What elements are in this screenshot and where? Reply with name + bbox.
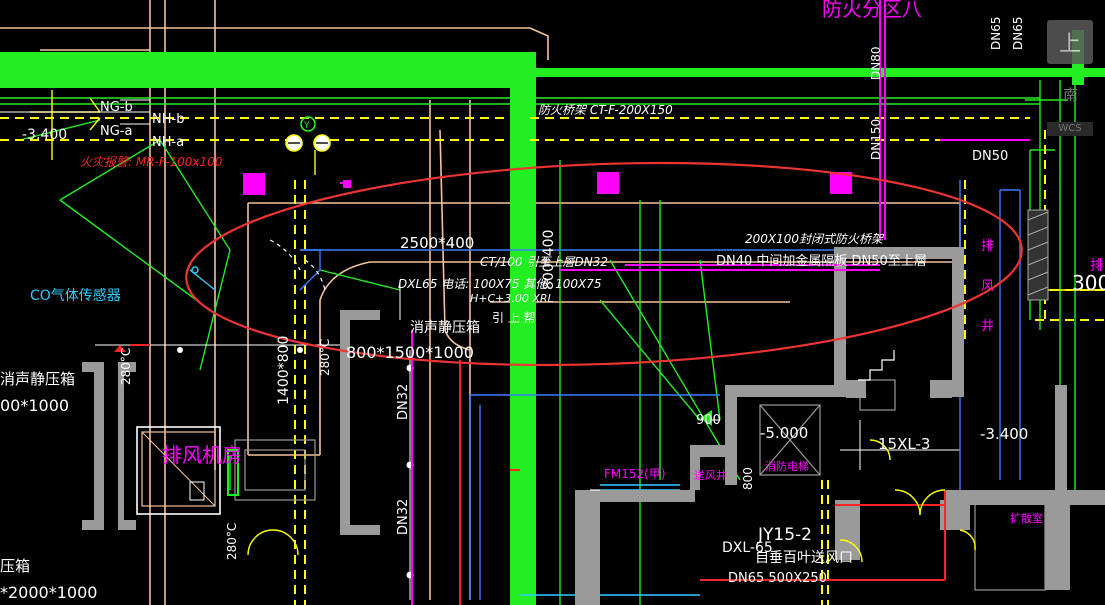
cad-floor-plan: Y 防火分区八 NG-b NH-b NG-a NH-a -3.400 火灾报警:… bbox=[0, 0, 1105, 605]
wcs-menu[interactable]: WCS bbox=[1047, 122, 1093, 136]
elevation-left: -3.400 bbox=[22, 127, 67, 143]
svg-text:Y: Y bbox=[303, 121, 310, 131]
exhaust-shaft-2: 风 bbox=[981, 279, 994, 294]
dn65-label-b: DN65 bbox=[1011, 17, 1025, 51]
dn80-label: DN80 bbox=[869, 47, 883, 81]
fire-elevator-label: 消防电梯 bbox=[765, 459, 809, 473]
muffler-mid-label: 消声静压箱 bbox=[410, 320, 480, 336]
sealed-tray-label: 200X100封闭式防火桥架 bbox=[745, 232, 885, 246]
dim-800-label: 800 bbox=[741, 467, 755, 490]
duct-800-1500-label: 800*1500*1000 bbox=[346, 343, 474, 362]
dxl65-label: DXL65 电话: 100X75 其他: 100X75 bbox=[398, 277, 602, 291]
dn65-label-a: DN65 bbox=[989, 17, 1003, 51]
red-lines bbox=[130, 344, 946, 605]
nh-b-label: NH-b bbox=[152, 112, 184, 127]
ct100-label: CT/100 引至上層DN32 bbox=[480, 255, 608, 269]
hatched-shaft bbox=[1027, 209, 1049, 301]
co-sensor-label: CO气体传感器 bbox=[30, 287, 121, 304]
dn40-label: DN40 中间加金属隔板 DN50至上層 bbox=[716, 253, 927, 269]
exhaust-fan-unit bbox=[136, 426, 239, 515]
dn50-label: DN50 bbox=[972, 149, 1008, 164]
elevation-3400-right: -3.400 bbox=[980, 425, 1028, 443]
ng-b-label: NG-b bbox=[100, 100, 133, 115]
magenta-squares bbox=[243, 172, 852, 195]
cad-drawing-canvas[interactable]: Y 防火分区八 NG-b NH-b NG-a NH-a -3.400 火灾报警:… bbox=[0, 0, 1105, 605]
expansion-room-label: 扩散室 bbox=[1010, 511, 1043, 525]
ng-a-label: NG-a bbox=[100, 124, 132, 139]
fire-alarm-label: 火灾报警: MR-F-100x100 bbox=[80, 155, 223, 169]
nh-a-label: NH-a bbox=[152, 135, 184, 150]
compass-direction[interactable]: 南 bbox=[1063, 84, 1078, 105]
dn150-label: DN150 bbox=[869, 119, 883, 160]
exhaust-shaft-1: 排 bbox=[981, 239, 994, 254]
fm-label: FM152(甲) bbox=[604, 467, 666, 481]
temp-label-b: 280°C bbox=[318, 339, 332, 376]
view-cube[interactable]: 上 bbox=[1047, 20, 1093, 64]
louver-label: 自垂百叶送风口 bbox=[755, 550, 853, 566]
duct-1400-label: 1400*800 bbox=[276, 336, 292, 405]
zone-label: 防火分区八 bbox=[822, 0, 922, 21]
dn32-label-a: DN32 bbox=[396, 384, 411, 420]
exhaust-shaft-3: 井 bbox=[981, 319, 994, 334]
dim-900-label: 900 bbox=[696, 413, 721, 428]
guide-label: 引 上 帮 bbox=[492, 311, 536, 325]
dn65-bottom-label: DN65 500X250 bbox=[728, 571, 827, 586]
xl-label: 15XL-3 bbox=[878, 435, 930, 453]
muffler-bottom-label: 压箱 bbox=[0, 557, 30, 575]
cable-tray-label: 防火桥架 CT-F-200X150 bbox=[538, 103, 673, 117]
view-cube-face[interactable]: 上 bbox=[1059, 26, 1081, 58]
elevation-5000: -5.000 bbox=[760, 424, 808, 442]
exhaust-room-label: 排风机房 bbox=[162, 443, 242, 467]
dn32-label-b: DN32 bbox=[396, 499, 411, 535]
muffler-left-label: 消声静压箱 bbox=[0, 370, 75, 388]
muffler-left-size: 00*1000 bbox=[0, 396, 69, 415]
right-cut-label: 3000 bbox=[1072, 271, 1105, 295]
hc-label: H+C+3.00 XRL bbox=[470, 292, 554, 305]
temp-label-a: 280°C bbox=[119, 348, 133, 385]
muffler-bottom-size: *2000*1000 bbox=[0, 583, 97, 602]
right-edge-label: 排 bbox=[1090, 258, 1104, 274]
temp-label-c: 280°C bbox=[225, 523, 239, 560]
supply-shaft-label: 送风井 bbox=[694, 468, 727, 482]
duct-2500-label: 2500*400 bbox=[400, 234, 474, 252]
alarm-device-icons: Y bbox=[285, 116, 331, 152]
